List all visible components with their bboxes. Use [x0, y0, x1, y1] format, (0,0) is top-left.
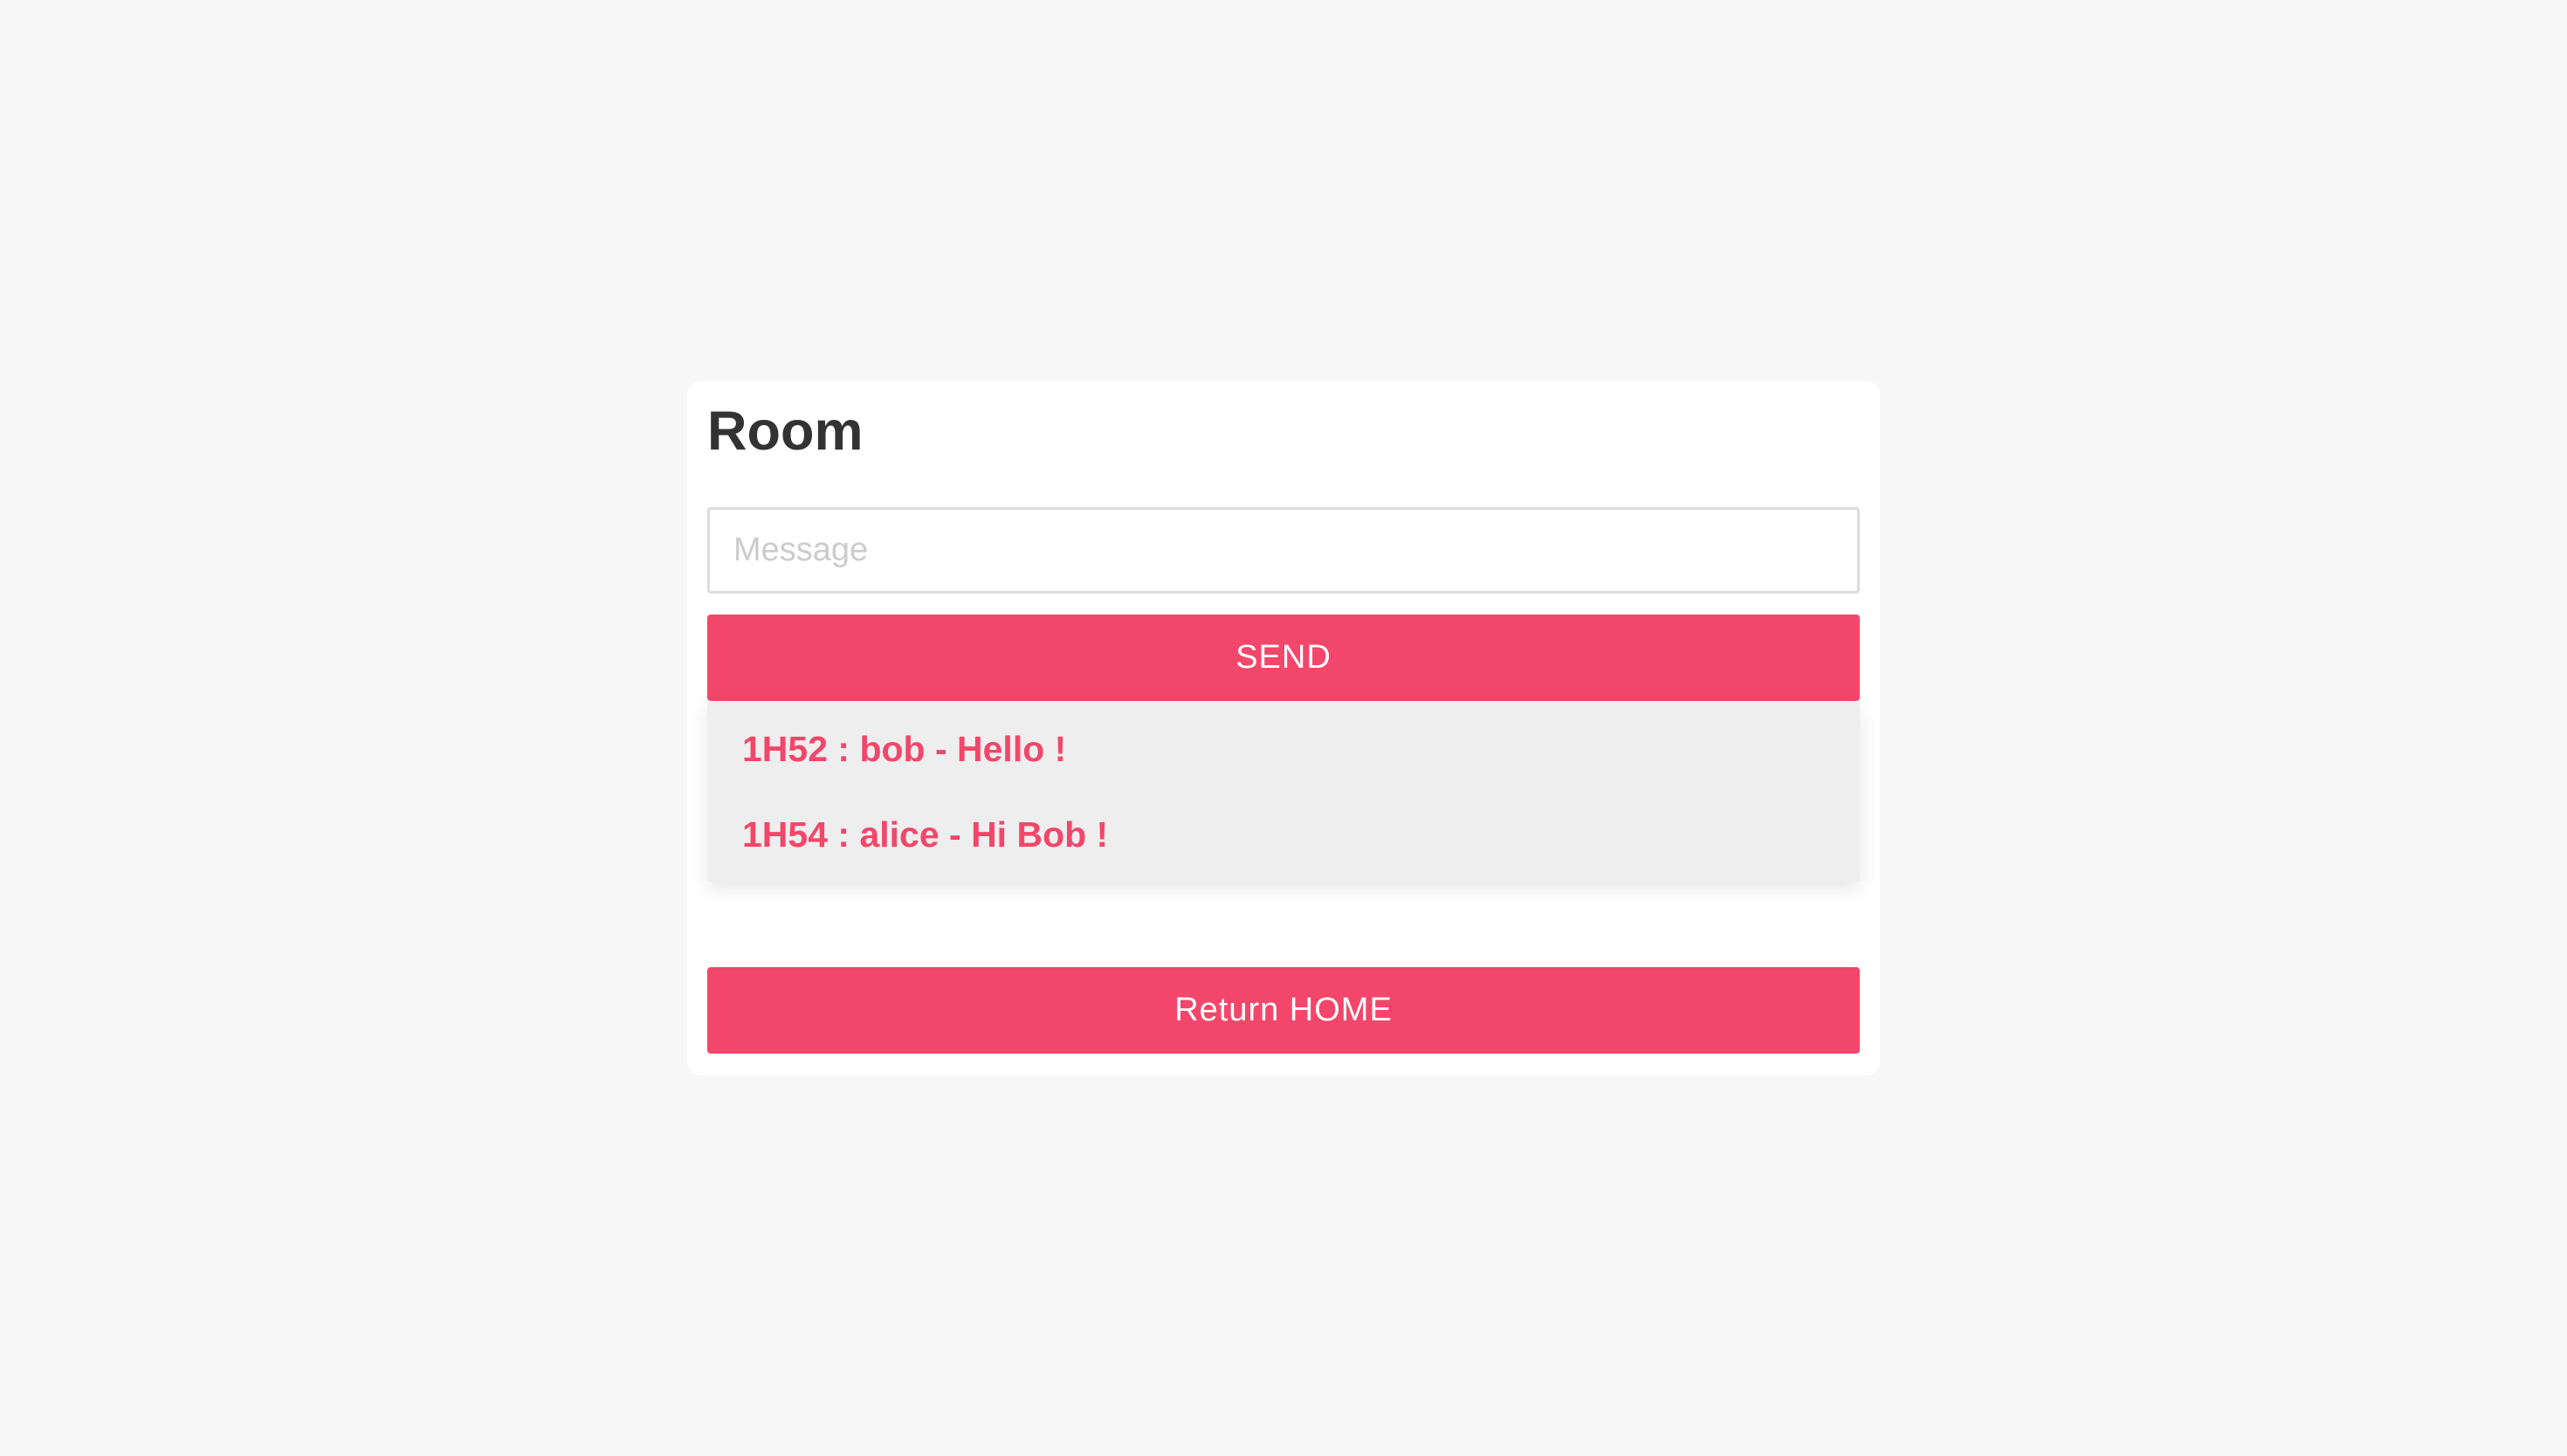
send-button[interactable]: SEND [707, 615, 1860, 701]
list-item: 1H54 : alice - Hi Bob ! [742, 814, 1109, 855]
message-input[interactable] [707, 507, 1860, 594]
page-title: Room [707, 401, 864, 462]
message-list: 1H52 : bob - Hello ! 1H54 : alice - Hi B… [707, 701, 1860, 882]
list-item: 1H52 : bob - Hello ! [742, 729, 1067, 769]
room-card: Room SEND 1H52 : bob - Hello ! 1H54 : al… [687, 381, 1880, 1075]
return-home-button[interactable]: Return HOME [707, 967, 1860, 1054]
